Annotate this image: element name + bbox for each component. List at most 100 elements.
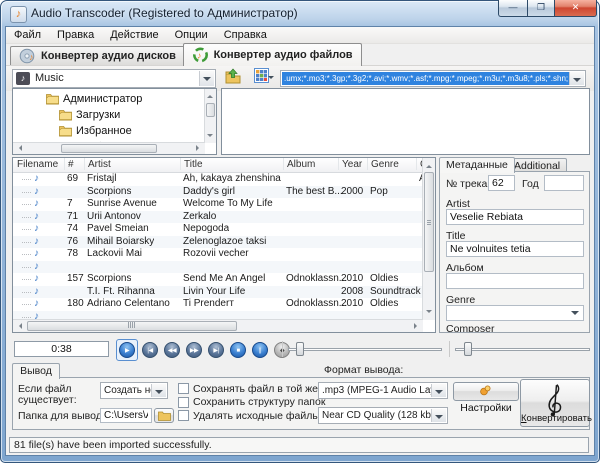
table-vertical-scrollbar[interactable] (422, 158, 435, 320)
menu-item-1[interactable]: Правка (49, 29, 102, 41)
table-row[interactable]: ♪ScorpionsDaddy's girlThe best B...2000P… (13, 186, 423, 199)
table-horizontal-scrollbar[interactable] (13, 319, 423, 332)
menu-item-0[interactable]: Файл (6, 29, 49, 41)
artist-field[interactable] (446, 209, 584, 225)
output-format-label: Формат вывода: (324, 365, 403, 376)
title-field[interactable] (446, 241, 584, 257)
next-button[interactable]: ▶| (208, 342, 224, 358)
window-controls: — ❐ ✕ (498, 0, 597, 17)
tab-1[interactable]: ♪Конвертер аудио файлов (183, 43, 362, 66)
menu-item-2[interactable]: Действие (102, 29, 166, 41)
table-row[interactable]: ♪78Lackovii MaiRozovii vecher (13, 248, 423, 261)
folder-up-button[interactable] (222, 68, 244, 89)
table-row[interactable]: ♪157ScorpionsSend Me An AngelOdnoklassn.… (13, 273, 423, 286)
column-header-artist[interactable]: Artist (84, 158, 111, 170)
tree-horizontal-scrollbar[interactable] (13, 142, 205, 154)
play-button[interactable]: ▶ (119, 342, 135, 358)
track-number-field[interactable] (488, 175, 515, 191)
tree-item-2[interactable]: Избранное (59, 123, 132, 139)
table-row[interactable]: ♪180Adriano CelentanoTi PrenderтOdnoklas… (13, 298, 423, 311)
convert-button-label: Конвертировать (521, 413, 589, 424)
cell-num: 78 (67, 248, 78, 261)
output-option-1[interactable]: Сохранить структуру папок (178, 396, 325, 409)
close-button[interactable]: ✕ (555, 0, 597, 17)
chevron-down-icon (569, 72, 584, 85)
album-field[interactable] (446, 273, 584, 289)
volume-slider[interactable] (455, 339, 590, 359)
cell-album: Odnoklassn... (286, 273, 347, 286)
tree-item-1[interactable]: Загрузки (59, 107, 120, 123)
downloads-folder-icon (59, 109, 72, 121)
seek-slider-thumb[interactable] (296, 342, 304, 356)
checkbox-unchecked[interactable] (178, 397, 189, 408)
volume-slider-thumb[interactable] (464, 342, 472, 356)
if-file-exists-select[interactable]: Создать новь (100, 382, 168, 399)
seek-slider[interactable] (288, 339, 442, 359)
output-folder-field[interactable] (100, 408, 152, 423)
rewind-button[interactable]: ◀◀ (164, 342, 180, 358)
cell-artist: T.I. Ft. Rihanna (87, 286, 155, 299)
year-field[interactable] (544, 175, 584, 191)
cell-artist: Scorpions (87, 186, 131, 199)
menu-item-3[interactable]: Опции (167, 29, 216, 41)
app-window: ♪ Audio Transcoder (Registered to Админи… (0, 0, 600, 463)
cell-genre: Oldies (370, 298, 398, 311)
tree-vertical-scrollbar[interactable] (204, 89, 216, 143)
checkbox-unchecked[interactable] (178, 410, 189, 421)
cell-artist: Adriano Celentano (87, 298, 170, 311)
settings-button[interactable]: Настройки (453, 382, 519, 401)
column-header-year[interactable]: Year (338, 158, 362, 170)
tab-metadata[interactable]: Метаданные (439, 157, 515, 173)
tab-strip: ♪Конвертер аудио дисков♪Конвертер аудио … (6, 43, 594, 65)
file-table-body: ♪69FristajlAh, kakaya zhenshinaA♪Scorpio… (13, 173, 423, 322)
maximize-button[interactable]: ❐ (527, 0, 555, 17)
prev-button[interactable]: |◀ (142, 342, 158, 358)
column-header-filename[interactable]: Filename (14, 158, 58, 170)
genre-select[interactable] (446, 305, 584, 321)
if-file-exists-label: Если файл существует: (18, 384, 77, 406)
rewind-button-wrap: ◀◀ (162, 340, 182, 360)
quality-select[interactable]: Near CD Quality (128 kbit/s) (318, 407, 448, 424)
view-mode-button[interactable] (247, 68, 276, 89)
music-note-icon: ♪ (34, 223, 39, 235)
table-row[interactable]: ♪76Mihail BoiarskyZelenoglazoe taksi (13, 236, 423, 249)
view-grid-icon (254, 68, 269, 83)
cell-artist: Lackovii Mai (87, 248, 142, 261)
table-row[interactable]: ♪7Sunrise AvenueWelcome To My Life (13, 198, 423, 211)
minimize-button[interactable]: — (498, 0, 527, 17)
column-header-album[interactable]: Album (283, 158, 315, 170)
table-row[interactable]: ♪71Urii AntonovZerkalo (13, 211, 423, 224)
title-bar[interactable]: ♪ Audio Transcoder (Registered to Админи… (1, 1, 599, 26)
cell-title: Nepogoda (183, 223, 229, 236)
output-format-select[interactable]: .mp3 (MPEG-1 Audio Layer 3) (318, 382, 448, 399)
output-option-2[interactable]: Удалять исходные файлы (178, 409, 320, 422)
cell-num: 180 (67, 298, 84, 311)
table-row[interactable]: ♪69FristajlAh, kakaya zhenshinaA (13, 173, 423, 186)
file-table-header[interactable]: Filename#ArtistTitleAlbumYearGenreComp (13, 158, 423, 173)
composer-field[interactable] (446, 332, 584, 333)
pause-button[interactable]: || (252, 342, 268, 358)
metadata-panel: № трека Год Artist Title Альбом Genre Co… (439, 171, 590, 333)
forward-button[interactable]: ▶▶ (186, 342, 202, 358)
convert-button[interactable]: Конвертировать (520, 379, 590, 427)
menu-item-4[interactable]: Справка (216, 29, 275, 41)
audio-files-icon: ♪ (192, 47, 209, 63)
library-select[interactable]: ♪ Music (12, 69, 216, 88)
checkbox-unchecked[interactable] (178, 383, 189, 394)
music-note-icon: ♪ (34, 211, 39, 223)
tab-0[interactable]: ♪Конвертер аудио дисков (10, 46, 185, 65)
tab-output[interactable]: Вывод (12, 363, 60, 379)
column-header-num[interactable]: # (64, 158, 74, 170)
cell-year: 2000 (341, 186, 363, 199)
table-row[interactable]: ♪74Pavel SmeianNepogoda (13, 223, 423, 236)
cell-num: 157 (67, 273, 84, 286)
column-header-title[interactable]: Title (180, 158, 203, 170)
extensions-filter-combo[interactable]: .umx;*.mo3;*.3gp;*.3g2;*.avi;*.wmv;*.asf… (280, 70, 586, 87)
stop-button[interactable]: ■ (230, 342, 246, 358)
table-row[interactable]: ♪ (13, 261, 423, 274)
table-row[interactable]: ♪T.I. Ft. RihannaLivin Your Life2008Soun… (13, 286, 423, 299)
tree-connector (22, 179, 31, 180)
tree-item-0[interactable]: Администратор (46, 91, 142, 107)
browse-folder-button[interactable] (154, 408, 174, 423)
column-header-genre[interactable]: Genre (367, 158, 399, 170)
